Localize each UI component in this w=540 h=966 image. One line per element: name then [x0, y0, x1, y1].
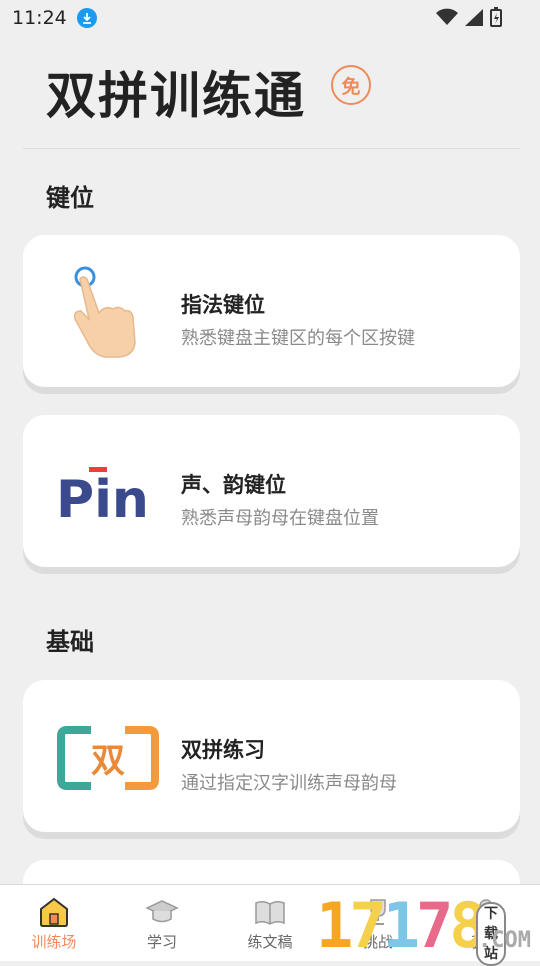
nav-item-challenge[interactable]: 挑战 — [324, 885, 432, 961]
nav-label: 我的 — [470, 933, 501, 951]
pin-logo-icon: Pin — [56, 467, 149, 530]
status-time: 11:24 — [12, 7, 67, 29]
trophy-icon — [370, 899, 386, 925]
app-title: 双拼训练通 — [46, 67, 306, 125]
wifi-icon — [436, 8, 458, 25]
svg-text:Pin: Pin — [56, 470, 149, 530]
nav-item-practice-text[interactable]: 练文稿 — [216, 885, 324, 961]
nav-label: 训练场 — [31, 933, 77, 951]
battery-icon — [490, 7, 502, 27]
section-title-basics: 基础 — [46, 628, 94, 656]
svg-text:双: 双 — [91, 741, 125, 781]
finger-tap-icon — [73, 266, 136, 358]
header-divider — [23, 148, 520, 149]
home-icon — [40, 897, 68, 927]
card-title: 双拼练习 — [181, 738, 265, 762]
nav-item-training[interactable]: 训练场 — [0, 885, 108, 961]
section-title-keys: 键位 — [46, 184, 94, 212]
card-shuangpin-practice[interactable]: 双 双拼练习 通过指定汉字训练声母韵母 — [23, 680, 520, 832]
nav-label: 练文稿 — [247, 933, 293, 951]
person-icon — [474, 899, 498, 926]
free-badge: 免 — [331, 65, 371, 105]
status-bar: 11:24 — [0, 0, 540, 36]
bottom-nav: 训练场 学习 练文稿 挑战 我的 — [0, 884, 540, 961]
card-desc: 熟悉声母韵母在键盘位置 — [181, 508, 379, 529]
nav-label: 挑战 — [362, 933, 393, 951]
graduation-cap-icon — [145, 900, 179, 923]
card-desc: 通过指定汉字训练声母韵母 — [181, 773, 397, 794]
nav-label: 学习 — [146, 933, 177, 951]
download-icon — [77, 8, 97, 28]
card-desc: 熟悉键盘主键区的每个区按键 — [181, 328, 415, 349]
shuang-logo-icon: 双 — [57, 726, 159, 790]
book-icon — [255, 900, 285, 925]
card-title: 声、韵键位 — [181, 473, 286, 497]
card-title: 指法键位 — [181, 293, 265, 317]
nav-item-mine[interactable]: 我的 — [432, 885, 540, 961]
card-finger-keys[interactable]: 指法键位 熟悉键盘主键区的每个区按键 — [23, 235, 520, 387]
card-initials-finals-keys[interactable]: Pin 声、韵键位 熟悉声母韵母在键盘位置 — [23, 415, 520, 567]
signal-icon — [465, 9, 483, 26]
nav-item-learn[interactable]: 学习 — [108, 885, 216, 961]
